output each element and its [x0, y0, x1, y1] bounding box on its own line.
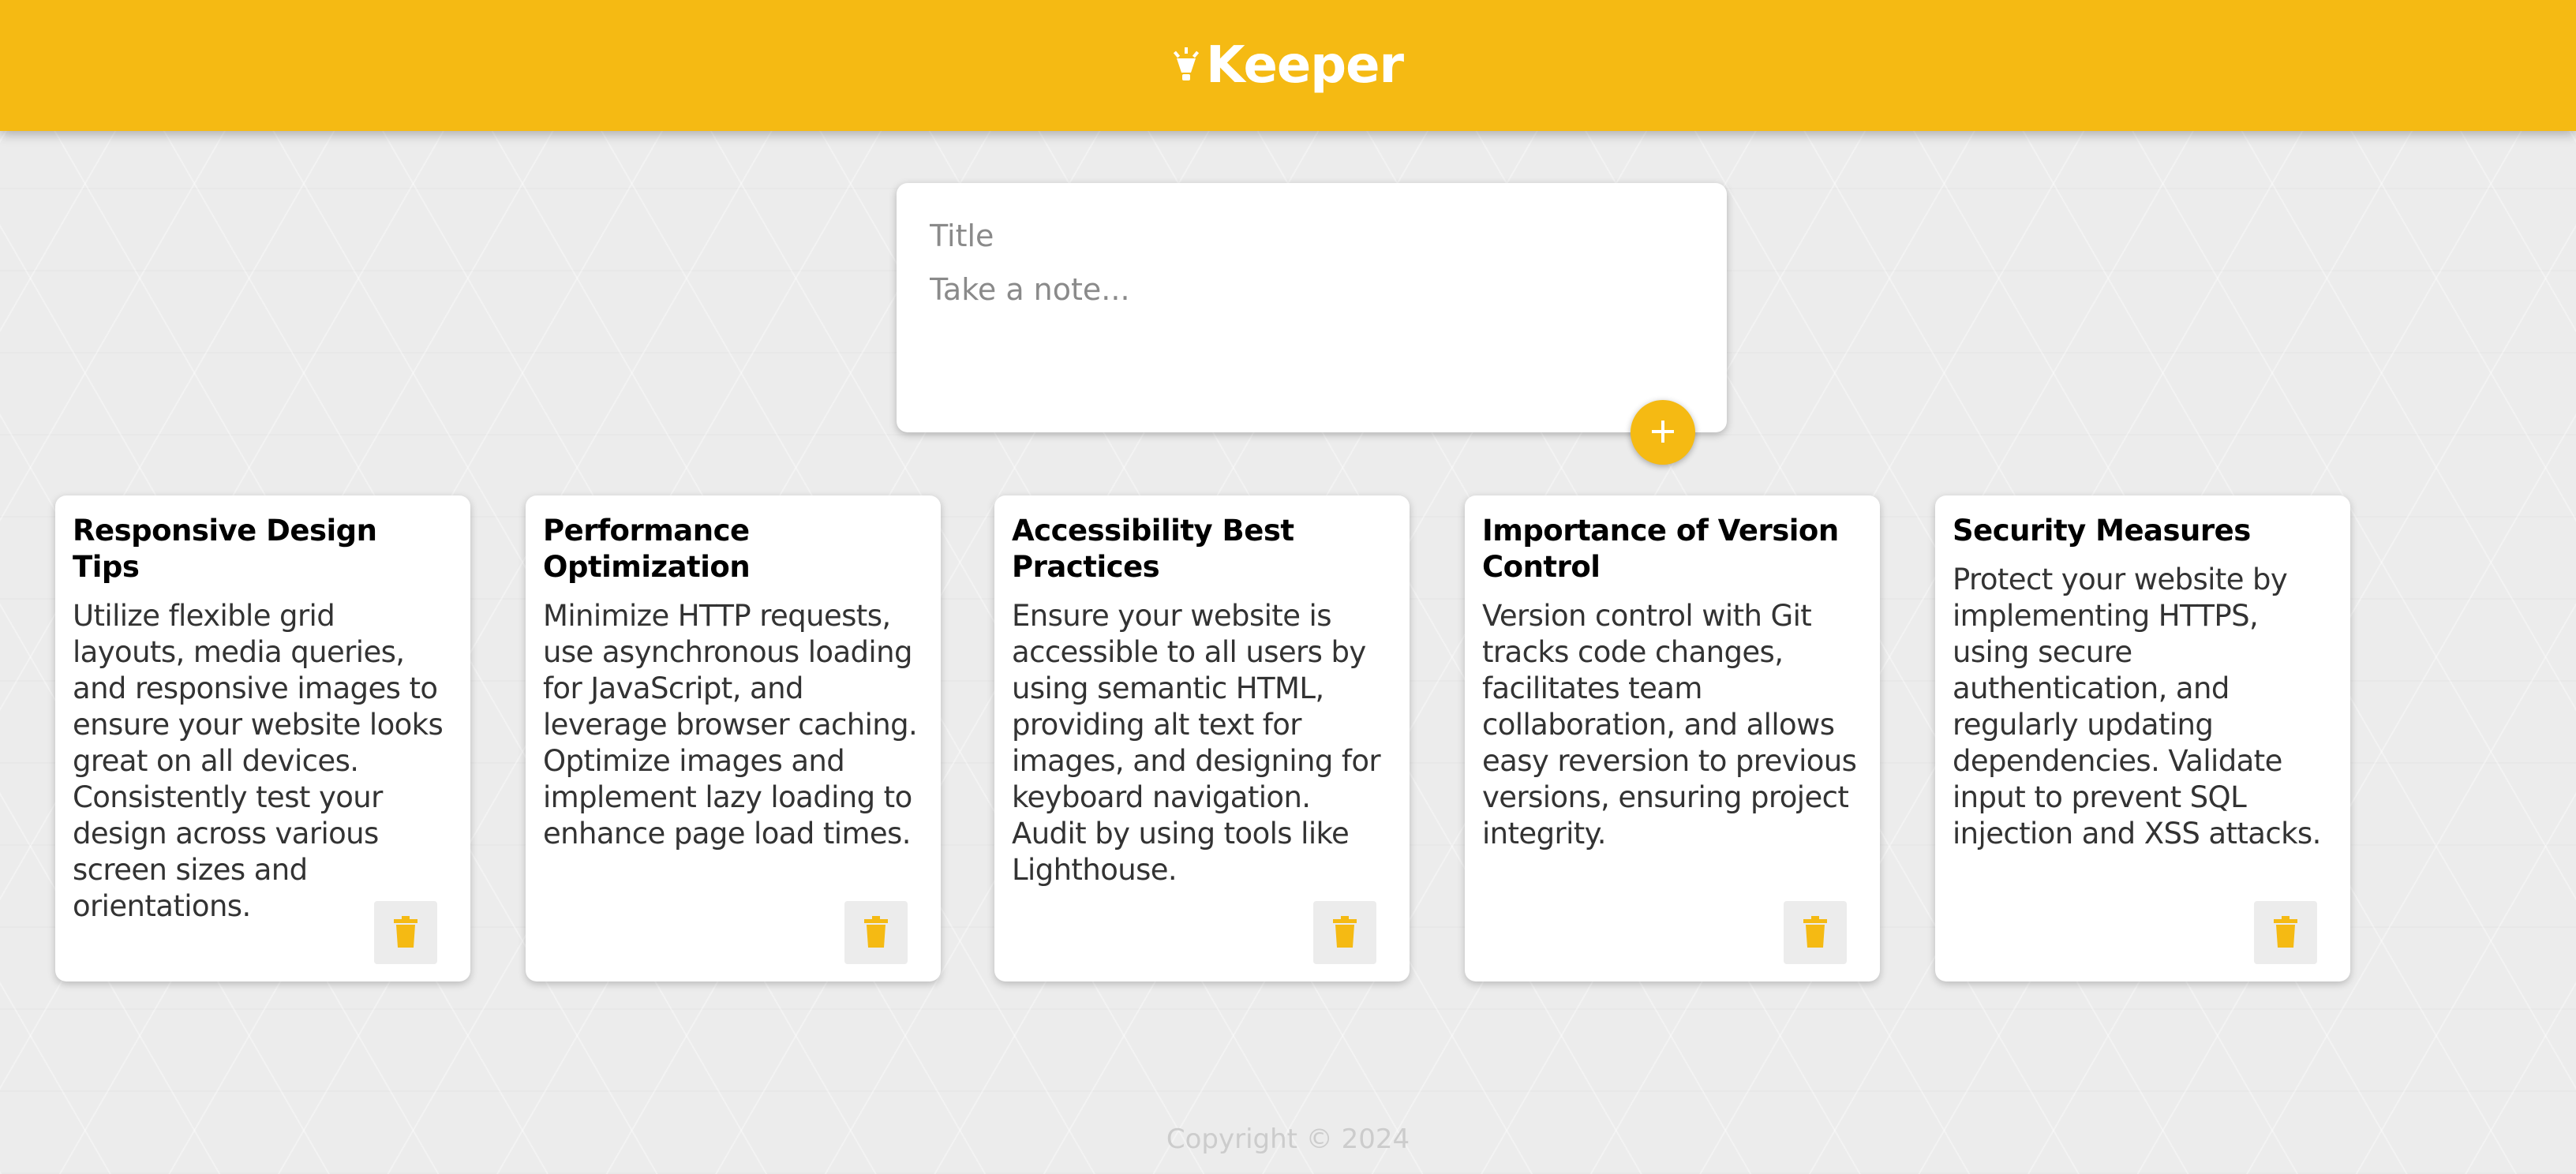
note-content: Utilize flexible grid layouts, media que… — [73, 599, 444, 923]
app-title: Keeper — [1205, 36, 1404, 95]
note-content: Protect your website by implementing HTT… — [1953, 563, 2321, 851]
note-content: Version control with Git tracks code cha… — [1482, 599, 1857, 851]
note-card: Security Measures Protect your website b… — [1935, 495, 2350, 981]
delete-note-button[interactable] — [2254, 901, 2317, 964]
note-title: Security Measures — [1953, 514, 2251, 548]
trash-icon — [2274, 915, 2297, 950]
note-title: Performance Optimization — [543, 514, 751, 584]
lightbulb-icon — [1173, 47, 1200, 84]
note-content: Minimize HTTP requests, use asynchronous… — [543, 599, 918, 851]
delete-note-button[interactable] — [374, 901, 437, 964]
note-card: Importance of Version Control Version co… — [1465, 495, 1880, 981]
trash-icon — [864, 915, 888, 950]
delete-note-button[interactable] — [1784, 901, 1847, 964]
app-logo: Keeper — [1173, 36, 1404, 95]
trash-icon — [1803, 915, 1827, 950]
note-title: Responsive Design Tips — [73, 514, 377, 584]
note-content-input[interactable] — [930, 268, 1687, 394]
note-title: Importance of Version Control — [1482, 514, 1839, 584]
add-note-button[interactable] — [1631, 400, 1695, 465]
note-title: Accessibility Best Practices — [1012, 514, 1294, 584]
trash-icon — [394, 915, 417, 950]
trash-icon — [1333, 915, 1357, 950]
plus-icon — [1649, 417, 1677, 448]
delete-note-button[interactable] — [844, 901, 908, 964]
note-card: Performance Optimization Minimize HTTP r… — [526, 495, 941, 981]
note-card: Responsive Design Tips Utilize flexible … — [55, 495, 470, 981]
note-content: Ensure your website is accessible to all… — [1012, 599, 1381, 887]
note-title-input[interactable] — [930, 215, 1687, 257]
note-card: Accessibility Best Practices Ensure your… — [994, 495, 1410, 981]
app-header: Keeper — [0, 0, 2576, 131]
page-footer: Copyright © 2024 — [0, 1124, 2576, 1155]
copyright-text: Copyright © 2024 — [1166, 1124, 1410, 1155]
create-note-form — [897, 183, 1727, 432]
delete-note-button[interactable] — [1313, 901, 1376, 964]
